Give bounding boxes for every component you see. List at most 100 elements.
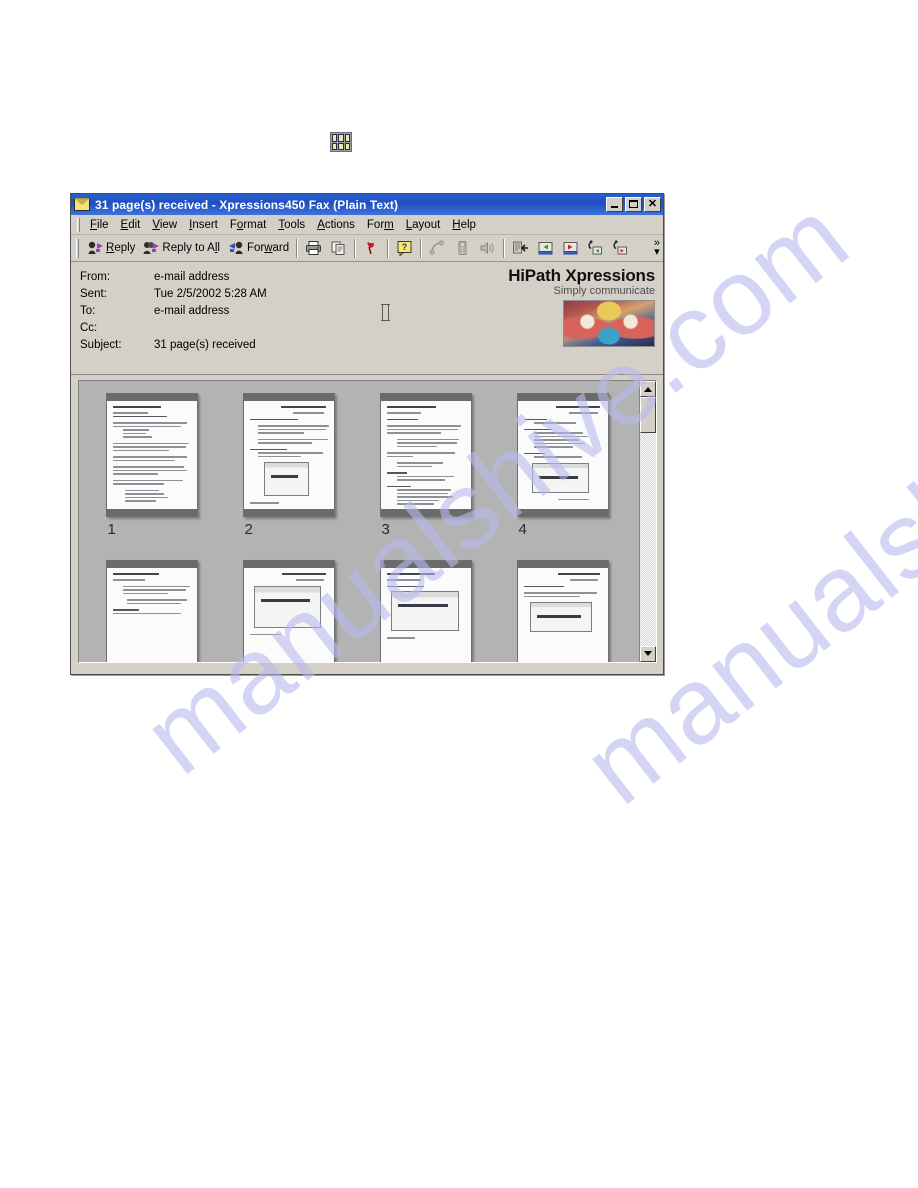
to-label: To:	[80, 305, 96, 317]
next-unread-button[interactable]	[608, 238, 633, 258]
toolbar-separator	[503, 238, 506, 258]
thumbnail-grid-icon	[330, 132, 352, 152]
toolbar-grip[interactable]	[76, 238, 79, 258]
page-embedded-figure	[263, 462, 309, 496]
preview-vertical-scrollbar[interactable]	[639, 381, 656, 662]
grid-cell	[338, 134, 344, 142]
thumbnail-item[interactable]: 5	[105, 560, 202, 662]
pager-icon	[454, 240, 471, 256]
scrollbar-thumb[interactable]	[640, 397, 656, 433]
cc-label: Cc:	[80, 322, 98, 334]
page-content	[523, 406, 602, 504]
page-embedded-figure	[529, 602, 592, 632]
close-button[interactable]: ✕	[644, 197, 661, 212]
next-item-button[interactable]	[558, 238, 583, 258]
menu-item-insert[interactable]: Insert	[183, 218, 224, 232]
toolbar-separator	[296, 238, 299, 258]
toolbar-separator	[354, 238, 357, 258]
thumbnail-row-1: 1 2 3 4	[79, 393, 639, 538]
menu-item-layout[interactable]: Layout	[400, 218, 447, 232]
thumbnail-row-2: 5 6	[79, 560, 639, 662]
page-embedded-figure	[390, 591, 460, 631]
reply-button[interactable]: Reply	[83, 238, 139, 258]
menu-item-format[interactable]: Format	[224, 218, 272, 232]
sent-label: Sent:	[80, 288, 107, 300]
thumbnail-page-number: 3	[381, 521, 390, 538]
help-button[interactable]: ?	[392, 238, 417, 258]
menu-item-help[interactable]: Help	[446, 218, 482, 232]
menu-item-tools[interactable]: Tools	[272, 218, 311, 232]
previous-unread-button[interactable]	[583, 238, 608, 258]
thumbnail-item[interactable]: 6	[242, 560, 339, 662]
menu-item-actions[interactable]: Actions	[311, 218, 361, 232]
page-content	[249, 406, 330, 504]
grid-cell	[344, 134, 350, 142]
page-thumbnail[interactable]	[379, 560, 472, 662]
page-thumbnail[interactable]	[242, 393, 335, 517]
menu-item-form[interactable]: Form	[361, 218, 400, 232]
page-thumbnail[interactable]	[242, 560, 335, 662]
hipath-logo: HiPath Xpressions Simply communicate	[469, 266, 655, 347]
subject-label: Subject:	[80, 339, 122, 351]
grid-cell	[344, 142, 350, 150]
copy-button[interactable]	[326, 238, 351, 258]
thumbnail-item[interactable]: 2	[242, 393, 339, 538]
menu-bar: File Edit View Insert Format Tools Actio…	[71, 215, 663, 235]
page-content	[112, 406, 191, 504]
page-content	[386, 406, 465, 505]
reply-all-icon	[143, 240, 160, 256]
menu-item-edit[interactable]: Edit	[115, 218, 147, 232]
toolbar: Reply Reply to All Forward ? » ▾	[71, 235, 663, 262]
menu-item-file[interactable]: File	[84, 218, 115, 232]
minimize-button[interactable]	[606, 197, 623, 212]
fax-preview-pane: 1 2 3 4	[78, 380, 657, 663]
thumbnail-item[interactable]: 7	[379, 560, 476, 662]
page-thumbnail[interactable]	[379, 393, 472, 517]
outlook-message-window: 31 page(s) received - Xpressions450 Fax …	[70, 193, 664, 675]
scrollbar-track[interactable]	[640, 397, 656, 646]
toolbar-overflow-button[interactable]: » ▾	[654, 238, 660, 258]
message-header: From: e-mail address Sent: Tue 2/5/2002 …	[71, 262, 663, 375]
thumbnail-page-number: 4	[518, 521, 527, 538]
thumbnail-item[interactable]: 4	[516, 393, 613, 538]
page-thumbnail[interactable]	[105, 560, 198, 662]
page-thumbnail[interactable]	[516, 393, 609, 517]
menu-item-view[interactable]: View	[146, 218, 183, 232]
maximize-button[interactable]	[625, 197, 642, 212]
page-band-bottom	[380, 509, 471, 516]
next-unread-icon	[612, 240, 629, 256]
page-thumbnail[interactable]	[105, 393, 198, 517]
page-band-top	[380, 394, 471, 401]
page-content	[249, 573, 328, 662]
reply-label: Reply	[106, 242, 136, 254]
previous-item-button[interactable]	[533, 238, 558, 258]
reply-all-button[interactable]: Reply to All	[139, 238, 224, 258]
page-thumbnail[interactable]	[516, 560, 609, 662]
page-band-bottom	[243, 509, 334, 516]
grid-cell	[338, 142, 344, 150]
page-band-bottom	[106, 509, 197, 516]
thumbnail-item[interactable]: 8	[516, 560, 613, 662]
scroll-up-button[interactable]	[640, 381, 656, 397]
move-to-folder-button[interactable]	[508, 238, 533, 258]
page-band-top	[517, 394, 608, 401]
speaker-button[interactable]	[475, 238, 500, 258]
thumbnail-item[interactable]: 1	[105, 393, 202, 538]
thumbnail-item[interactable]: 3	[379, 393, 476, 538]
logo-title: HiPath Xpressions	[508, 266, 655, 285]
svg-text:?: ?	[402, 242, 408, 252]
window-titlebar[interactable]: 31 page(s) received - Xpressions450 Fax …	[71, 194, 663, 215]
toolbar-overflow-caret: ▾	[654, 246, 660, 258]
pager-button[interactable]	[450, 238, 475, 258]
toolbar-separator	[387, 238, 390, 258]
page-band-top	[243, 394, 334, 401]
copy-icon	[330, 240, 347, 256]
print-button[interactable]	[301, 238, 326, 258]
flag-button[interactable]	[359, 238, 384, 258]
phone-button[interactable]	[425, 238, 450, 258]
text-cursor	[381, 304, 390, 321]
scroll-down-button[interactable]	[640, 646, 656, 662]
page-band-top	[380, 561, 471, 568]
forward-button[interactable]: Forward	[224, 238, 293, 258]
thumbnail-page-number: 2	[244, 521, 253, 538]
